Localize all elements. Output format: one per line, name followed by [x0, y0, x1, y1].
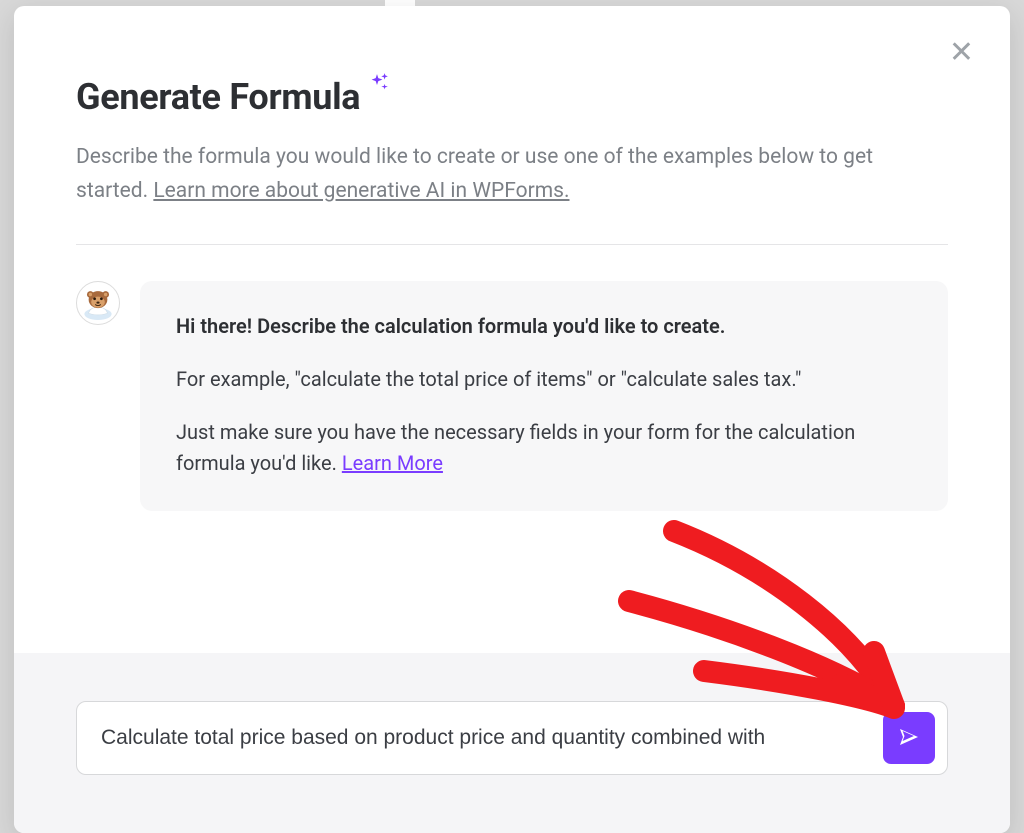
- input-zone: [14, 653, 1010, 833]
- assistant-bubble: Hi there! Describe the calculation formu…: [140, 281, 948, 511]
- send-button[interactable]: [883, 712, 935, 764]
- close-icon: ✕: [949, 36, 974, 69]
- generate-formula-modal: ✕ Generate Formula Describe the formula …: [14, 6, 1010, 833]
- sparkle-icon: [364, 72, 390, 98]
- assistant-hint-text: Just make sure you have the necessary fi…: [176, 420, 855, 475]
- learn-more-link[interactable]: Learn More: [342, 451, 443, 475]
- modal-title: Generate Formula: [76, 76, 360, 118]
- assistant-hint: Just make sure you have the necessary fi…: [176, 417, 912, 479]
- title-row: Generate Formula: [76, 76, 948, 118]
- chat-message: Hi there! Describe the calculation formu…: [76, 281, 948, 511]
- prompt-input-wrap: [76, 701, 948, 775]
- send-icon: [897, 725, 921, 752]
- assistant-greeting: Hi there! Describe the calculation formu…: [176, 311, 912, 342]
- modal-body: ✕ Generate Formula Describe the formula …: [14, 6, 1010, 653]
- modal-description: Describe the formula you would like to c…: [76, 140, 948, 208]
- assistant-example: For example, "calculate the total price …: [176, 364, 912, 395]
- divider: [76, 244, 948, 245]
- prompt-input[interactable]: [101, 726, 869, 750]
- learn-more-wpforms-link[interactable]: Learn more about generative AI in WPForm…: [153, 179, 569, 203]
- assistant-avatar: [76, 281, 120, 325]
- close-button[interactable]: ✕: [945, 34, 978, 72]
